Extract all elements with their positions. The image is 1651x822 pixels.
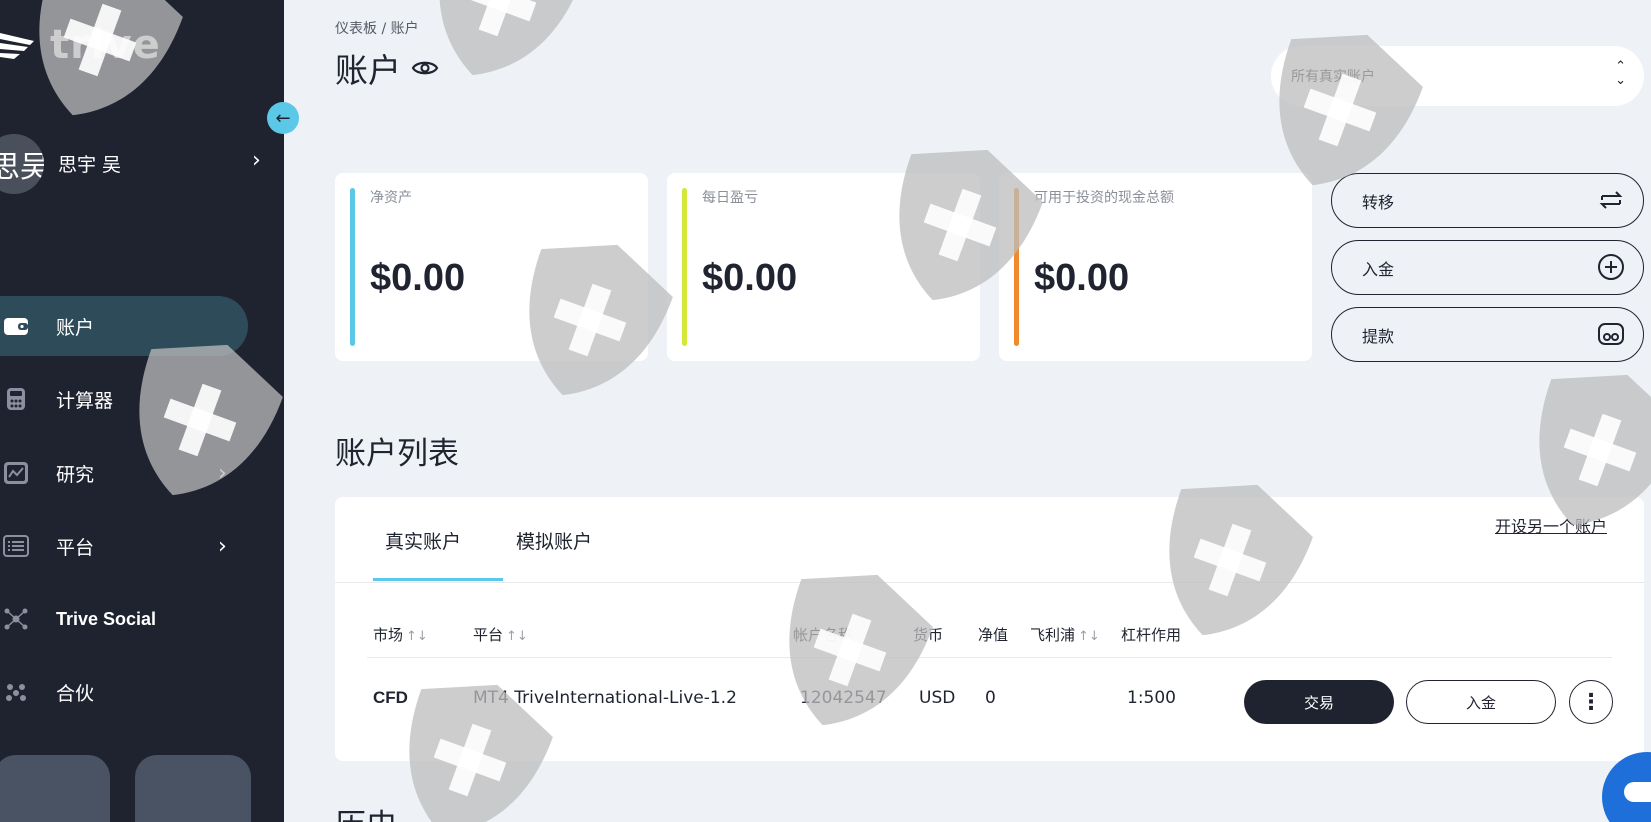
tab-demo-accounts[interactable]: 模拟账户 [516, 527, 592, 554]
cell-equity: 0 [985, 688, 996, 708]
wing-logo-icon [0, 33, 34, 59]
column-header-currency: 货币 [913, 626, 944, 644]
stat-value: $0.00 [702, 257, 798, 299]
promo-tile[interactable] [0, 755, 110, 822]
sidebar: trive 思吴 思宇 吴 › 账户 计算器 研究 › 平台 › Trive S… [0, 0, 284, 822]
column-header-platform[interactable]: 平台 ↑↓ [473, 624, 528, 645]
history-section-title: 历史 [335, 800, 397, 822]
sidebar-item-label: 合伙 [56, 682, 95, 705]
cell-platform: MT4 TriveInternational-Live-1.2 [473, 688, 737, 708]
wallet-icon [2, 312, 30, 340]
column-header-market[interactable]: 市场 ↑↓ [373, 624, 428, 645]
account-type-select[interactable]: 所有真实账户 ⌃ ⌄ [1271, 46, 1644, 106]
people-icon [2, 678, 30, 706]
more-vertical-icon: ⋮ [1580, 689, 1602, 715]
column-header-label: 平台 [473, 626, 504, 644]
chat-icon [1624, 782, 1651, 802]
chevron-right-icon: › [252, 148, 261, 173]
tab-live-accounts[interactable]: 真实账户 [385, 527, 461, 554]
sidebar-item-research[interactable]: 研究 › [0, 443, 248, 503]
stat-label: 每日盈亏 [702, 190, 758, 206]
withdraw-button[interactable]: 提款 [1331, 307, 1644, 362]
plus-circle-icon [1598, 254, 1624, 280]
cell-leverage: 1:500 [1127, 688, 1176, 708]
cell-market: CFD [373, 688, 408, 707]
column-header-leverage: 杠杆作用 [1121, 626, 1182, 644]
sidebar-item-label: 平台 [56, 536, 95, 559]
account-select-value: 所有真实账户 [1291, 69, 1375, 85]
monitor-icon [2, 532, 30, 560]
sidebar-item-platform[interactable]: 平台 › [0, 516, 248, 576]
brand-name: trive [50, 22, 161, 68]
stat-card-available-cash: 可用于投资的现金总额 $0.00 [999, 173, 1312, 361]
page-title-text: 账户 [335, 51, 401, 90]
collapse-sidebar-button[interactable]: ← [267, 102, 299, 134]
stat-card-net-assets: 净资产 $0.00 [335, 173, 648, 361]
tabs-divider [335, 582, 1644, 583]
withdraw-icon [1598, 323, 1624, 345]
avatar: 思吴 [0, 134, 44, 194]
user-name: 思宇 吴 [58, 154, 122, 176]
more-options-button[interactable]: ⋮ [1569, 680, 1613, 724]
accounts-section-title: 账户列表 [335, 436, 459, 472]
stat-value: $0.00 [370, 257, 466, 299]
sidebar-item-label: Trive Social [56, 608, 157, 629]
column-header-account-name: 帐户名称 [793, 626, 854, 644]
accounts-panel: 真实账户 模拟账户 开设另一个账户 市场 ↑↓ 平台 ↑↓ 帐户名称 货币 净值 飞… [335, 497, 1644, 761]
trive-logo[interactable]: trive [0, 22, 161, 68]
stat-accent-bar [350, 188, 355, 346]
table-header-divider [367, 657, 1612, 658]
breadcrumb-current: 账户 [390, 21, 419, 37]
sidebar-item-label: 研究 [56, 463, 95, 486]
promo-tile[interactable] [135, 755, 251, 822]
sidebar-item-label: 账户 [56, 316, 95, 339]
withdraw-label: 提款 [1362, 326, 1395, 346]
row-deposit-button[interactable]: 入金 [1406, 680, 1556, 724]
breadcrumb-separator: / [381, 21, 387, 37]
network-icon [2, 605, 30, 633]
chart-icon [2, 459, 30, 487]
arrow-left-icon: ← [275, 107, 291, 129]
sidebar-item-accounts[interactable]: 账户 [0, 296, 248, 356]
page-title: 账户 [335, 44, 439, 92]
sort-icon: ↑↓ [1078, 629, 1100, 644]
transfer-label: 转移 [1362, 192, 1395, 212]
stat-card-daily-pnl: 每日盈亏 $0.00 [667, 173, 980, 361]
trade-button[interactable]: 交易 [1244, 680, 1394, 724]
user-profile[interactable]: 思吴 思宇 吴 › [0, 134, 284, 194]
select-arrows-icon: ⌃ ⌄ [1615, 59, 1626, 88]
calculator-icon [2, 385, 30, 413]
breadcrumb: 仪表板 / 账户 [335, 18, 419, 38]
active-tab-indicator [373, 578, 503, 581]
chevron-right-icon: › [218, 460, 227, 486]
open-another-account-link[interactable]: 开设另一个账户 [1495, 513, 1607, 537]
deposit-action-button[interactable]: 入金 [1331, 240, 1644, 295]
deposit-label: 入金 [1362, 259, 1395, 279]
sidebar-item-trive-social[interactable]: Trive Social [0, 589, 248, 649]
sidebar-item-partners[interactable]: 合伙 [0, 662, 248, 722]
column-header-label: 飞利浦 [1030, 626, 1076, 644]
sort-icon: ↑↓ [506, 629, 528, 644]
column-header-equity: 净值 [978, 626, 1009, 644]
transfer-button[interactable]: 转移 [1331, 173, 1644, 228]
sidebar-item-calculator[interactable]: 计算器 [0, 369, 248, 429]
column-header-label: 市场 [373, 626, 404, 644]
sort-icon: ↑↓ [406, 629, 428, 644]
column-header-philips[interactable]: 飞利浦 ↑↓ [1030, 624, 1100, 645]
stat-accent-bar [682, 188, 687, 346]
cell-account-name: 12042547 [800, 688, 887, 708]
stat-accent-bar [1014, 188, 1019, 346]
chevron-right-icon: › [218, 533, 227, 559]
cell-currency: USD [919, 688, 956, 708]
stat-label: 净资产 [370, 190, 412, 206]
stat-label: 可用于投资的现金总额 [1034, 190, 1174, 206]
breadcrumb-root[interactable]: 仪表板 [335, 21, 377, 37]
eye-icon[interactable] [411, 58, 439, 78]
transfer-icon [1599, 191, 1623, 209]
chat-widget-button[interactable] [1602, 752, 1651, 822]
sidebar-item-label: 计算器 [56, 389, 114, 412]
stat-value: $0.00 [1034, 257, 1130, 299]
